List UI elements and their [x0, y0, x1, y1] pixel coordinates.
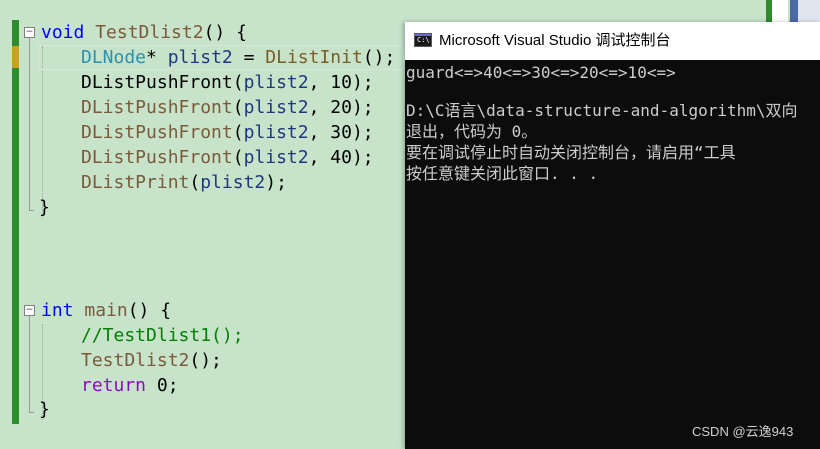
function-name: DListInit: [265, 47, 363, 68]
code-punct: *: [146, 47, 168, 68]
closing-brace: }: [39, 197, 50, 218]
fold-range-end: [29, 412, 34, 413]
code-line-10[interactable]: //TestDlist1();: [81, 323, 244, 348]
console-window-title: Microsoft Visual Studio 调试控制台: [439, 32, 671, 49]
code-line-1[interactable]: void TestDlist2() {: [41, 20, 247, 45]
code-line-2[interactable]: DLNode* plist2 = DListInit();: [81, 45, 395, 70]
type-name: DLNode: [81, 47, 147, 68]
function-name: DListPushFront: [81, 122, 233, 143]
variable-name: plist2: [243, 122, 309, 143]
variable-name: plist2: [167, 47, 233, 68]
console-output[interactable]: guard<=>40<=>30<=>20<=>10<=> D:\C语言\data…: [406, 60, 820, 449]
variable-name: plist2: [243, 97, 309, 118]
code-punct: (: [232, 122, 244, 143]
code-line-11[interactable]: TestDlist2();: [81, 348, 222, 373]
keyword: void: [41, 22, 85, 43]
unsaved-change-marker: [12, 46, 19, 68]
code-punct: , 20);: [308, 97, 374, 118]
variable-name: plist2: [200, 172, 266, 193]
console-app-icon: C:\: [414, 33, 432, 47]
console-line: guard<=>40<=>30<=>20<=>10<=>: [406, 63, 676, 82]
code-line-3[interactable]: DListPushFront(plist2, 10);: [81, 70, 374, 95]
debug-console-window[interactable]: C:\ Microsoft Visual Studio 调试控制台 guard<…: [405, 22, 820, 449]
code-punct: (: [189, 172, 201, 193]
keyword: int: [41, 300, 74, 321]
console-line: 要在调试停止时自动关闭控制台，请启用“工具: [406, 143, 736, 162]
variable-name: plist2: [243, 147, 309, 168]
code-punct: (: [232, 97, 244, 118]
fold-toggle-testdlist2[interactable]: −: [24, 27, 35, 38]
code-line-8[interactable]: }: [39, 195, 50, 220]
variable-name: plist2: [243, 72, 309, 93]
code-line-9[interactable]: int main() {: [41, 298, 171, 323]
code-line-6[interactable]: DListPushFront(plist2, 40);: [81, 145, 374, 170]
code-punct: , 40);: [308, 147, 374, 168]
code-punct: () {: [203, 22, 247, 43]
fold-range-end: [29, 210, 34, 211]
code-punct: ();: [362, 47, 396, 68]
indent-guide: [42, 46, 43, 218]
code-line-5[interactable]: DListPushFront(plist2, 30);: [81, 120, 374, 145]
code-punct: 0;: [146, 375, 179, 396]
function-name: DListPrint: [81, 172, 190, 193]
code-punct: , 10);: [308, 72, 374, 93]
scrollbar-thumb[interactable]: [790, 0, 798, 22]
code-punct: (: [232, 147, 244, 168]
function-name: DListPushFront: [81, 147, 233, 168]
console-line: D:\C语言\data-structure-and-algorithm\双向: [406, 101, 798, 120]
console-icon-glyph: C:\: [417, 36, 430, 44]
fold-range-line: [29, 38, 30, 210]
code-punct: =: [232, 47, 266, 68]
function-name: DListPushFront: [81, 72, 233, 93]
code-comment: //TestDlist1();: [81, 325, 244, 346]
code-line-13[interactable]: }: [39, 397, 50, 422]
overview-margin: [772, 0, 788, 22]
function-name: main: [84, 300, 128, 321]
function-name: TestDlist2: [95, 22, 204, 43]
change-tracking-bar: [12, 20, 19, 424]
code-line-4[interactable]: DListPushFront(plist2, 20);: [81, 95, 374, 120]
code-line-7[interactable]: DListPrint(plist2);: [81, 170, 287, 195]
keyword: return: [81, 375, 147, 396]
console-titlebar[interactable]: C:\ Microsoft Visual Studio 调试控制台: [405, 22, 820, 60]
function-name: DListPushFront: [81, 97, 233, 118]
code-punct: ();: [189, 350, 222, 371]
console-line: 按任意键关闭此窗口. . .: [406, 164, 599, 183]
scrollbar-track[interactable]: [798, 0, 820, 22]
function-name: TestDlist2: [81, 350, 190, 371]
code-punct: () {: [127, 300, 172, 321]
code-punct: , 30);: [308, 122, 374, 143]
code-punct: (: [232, 72, 244, 93]
fold-toggle-main[interactable]: −: [24, 305, 35, 316]
fold-range-line: [29, 316, 30, 412]
code-punct: );: [265, 172, 287, 193]
console-line: 退出，代码为 0。: [406, 122, 538, 141]
watermark-text: CSDN @云逸943: [692, 424, 794, 439]
code-line-12[interactable]: return 0;: [81, 373, 179, 398]
closing-brace: }: [39, 399, 50, 420]
